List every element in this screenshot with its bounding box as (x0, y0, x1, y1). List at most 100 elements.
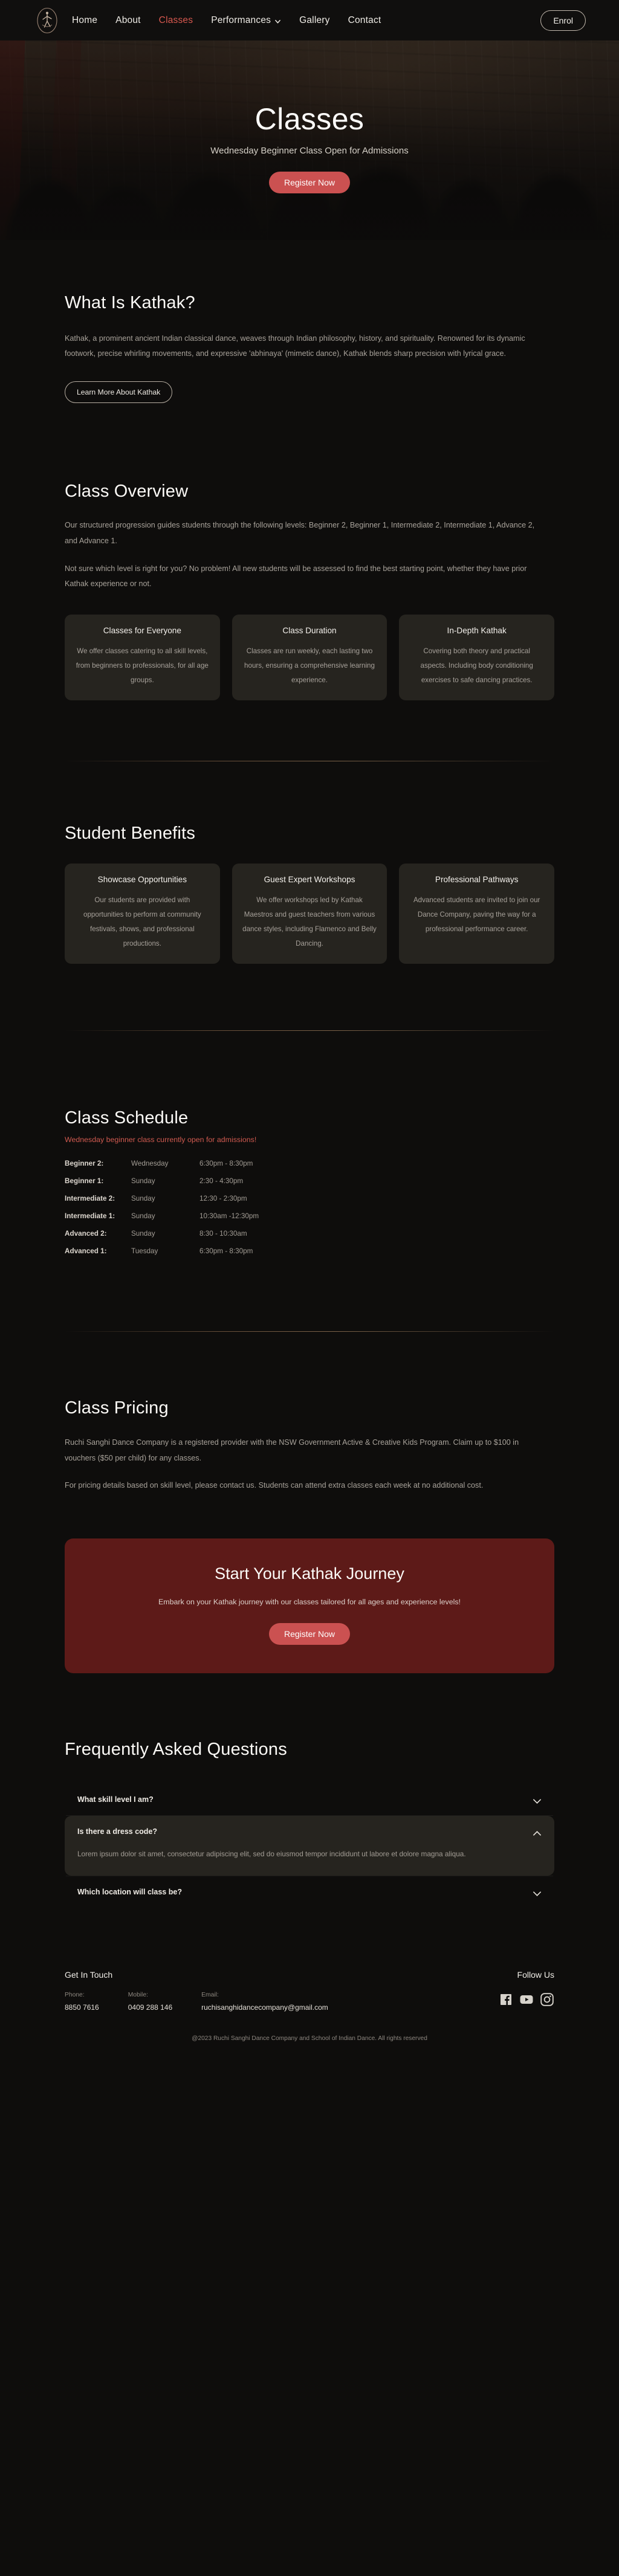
student-benefits-cards: Showcase Opportunities Our students are … (65, 864, 555, 964)
class-pricing-paragraph-2: For pricing details based on skill level… (65, 1480, 484, 1490)
nav-links: Home About Classes Performances Gallery … (72, 15, 381, 26)
contact-email-value[interactable]: ruchisanghidancecompany@gmail.com (201, 2003, 328, 2012)
nav-link-about[interactable]: About (115, 15, 141, 26)
benefit-card-text: Advanced students are invited to join ou… (413, 896, 540, 933)
chevron-down-icon (533, 1796, 542, 1804)
faq-heading: Frequently Asked Questions (65, 1740, 287, 1760)
schedule-day: Sunday (131, 1195, 155, 1203)
schedule-day: Sunday (131, 1212, 155, 1221)
schedule-level: Beginner 1: (65, 1177, 104, 1186)
class-overview-paragraph-2: Not sure which level is right for you? N… (65, 564, 527, 588)
class-schedule-section: Class Schedule Wednesday beginner class … (0, 1031, 619, 1255)
nav-link-home[interactable]: Home (72, 15, 97, 26)
student-benefits-heading: Student Benefits (65, 824, 196, 844)
what-is-kathak-body: Kathak, a prominent ancient Indian class… (65, 334, 525, 358)
overview-card: Classes for Everyone We offer classes ca… (65, 615, 220, 701)
faq-item-header[interactable]: Which location will class be? (65, 1876, 554, 1908)
contact-phone-label: Phone: (65, 1991, 85, 1998)
schedule-day: Sunday (131, 1177, 155, 1186)
nav-link-gallery[interactable]: Gallery (299, 15, 330, 26)
class-pricing-paragraph-1: Ruchi Sanghi Dance Company is a register… (65, 1438, 519, 1462)
hero-banner: Classes Wednesday Beginner Class Open fo… (0, 40, 619, 240)
student-benefits-section: Student Benefits Showcase Opportunities … (0, 761, 619, 964)
hero-register-now-button[interactable]: Register Now (268, 172, 351, 193)
contact-mobile: Mobile: 0409 288 146 (128, 1992, 172, 2012)
cta-register-now-button[interactable]: Register Now (268, 1623, 351, 1645)
follow-us-heading: Follow Us (517, 1969, 554, 1980)
class-overview-section: Class Overview Our structured progressio… (0, 403, 619, 701)
class-schedule-table: Beginner 2: Wednesday 6:30pm - 8:30pm Be… (65, 1160, 554, 1255)
overview-card-text: Classes are run weekly, each lasting two… (244, 647, 375, 684)
schedule-day: Wednesday (131, 1160, 169, 1168)
overview-card-title: In-Depth Kathak (447, 626, 507, 636)
faq-answer: Lorem ipsum dolor sit amet, consectetur … (77, 1850, 466, 1859)
schedule-time: 6:30pm - 8:30pm (199, 1160, 253, 1168)
overview-card-text: Covering both theory and practical aspec… (420, 647, 533, 684)
cta-subtitle: Embark on your Kathak journey with our c… (158, 1598, 461, 1607)
page-title: Classes (254, 102, 365, 136)
chevron-down-icon (274, 17, 281, 24)
contact-phone-value[interactable]: 8850 7616 (65, 2003, 99, 2012)
nav-link-performances[interactable]: Performances (211, 15, 281, 26)
site-footer: Get In Touch Phone: 8850 7616 Mobile: 04… (0, 1970, 619, 2058)
faq-item-header[interactable]: What skill level I am? (65, 1784, 554, 1815)
hero-subtitle: Wednesday Beginner Class Open for Admiss… (210, 146, 409, 156)
schedule-row: Intermediate 1: Sunday 10:30am -12:30pm (65, 1212, 554, 1220)
contact-mobile-label: Mobile: (128, 1991, 148, 1998)
top-navigation-bar: Home About Classes Performances Gallery … (0, 0, 619, 40)
schedule-time: 10:30am -12:30pm (199, 1212, 259, 1221)
contact-email-label: Email: (201, 1991, 219, 1998)
benefit-card-title: Guest Expert Workshops (264, 875, 355, 885)
social-links (499, 1992, 554, 2007)
faq-section: Frequently Asked Questions What skill le… (0, 1673, 619, 1908)
schedule-day: Tuesday (131, 1247, 158, 1256)
benefit-card-title: Showcase Opportunities (97, 875, 187, 885)
schedule-level: Beginner 2: (65, 1160, 104, 1168)
learn-more-about-kathak-button[interactable]: Learn More About Kathak (65, 381, 173, 404)
faq-question: Is there a dress code? (77, 1827, 158, 1836)
faq-item: Which location will class be? (65, 1876, 554, 1908)
schedule-row: Advanced 1: Tuesday 6:30pm - 8:30pm (65, 1247, 554, 1255)
class-pricing-heading: Class Pricing (65, 1398, 169, 1418)
contact-mobile-value[interactable]: 0409 288 146 (128, 2003, 172, 2012)
overview-card: In-Depth Kathak Covering both theory and… (399, 615, 555, 701)
cta-banner-wrapper: Start Your Kathak Journey Embark on your… (0, 1493, 619, 1674)
site-logo[interactable] (33, 7, 61, 34)
get-in-touch-heading: Get In Touch (65, 1969, 113, 1980)
youtube-icon[interactable] (519, 1992, 534, 2007)
contact-phone: Phone: 8850 7616 (65, 1992, 99, 2012)
benefit-card: Guest Expert Workshops We offer workshop… (232, 864, 387, 964)
schedule-row: Advanced 2: Sunday 8:30 - 10:30am (65, 1230, 554, 1238)
class-schedule-heading: Class Schedule (65, 1108, 189, 1128)
facebook-icon[interactable] (499, 1992, 513, 2007)
faq-question: What skill level I am? (77, 1795, 154, 1804)
schedule-level: Advanced 1: (65, 1247, 107, 1256)
chevron-up-icon (533, 1829, 542, 1836)
schedule-time: 2:30 - 4:30pm (199, 1177, 244, 1186)
schedule-row: Intermediate 2: Sunday 12:30 - 2:30pm (65, 1195, 554, 1202)
enrol-button[interactable]: Enrol (540, 10, 586, 31)
class-overview-heading: Class Overview (65, 482, 189, 502)
schedule-day: Sunday (131, 1230, 155, 1238)
benefit-card-text: We offer workshops led by Kathak Maestro… (242, 896, 377, 947)
benefit-card-title: Professional Pathways (435, 875, 519, 885)
class-schedule-note: Wednesday beginner class currently open … (65, 1135, 257, 1144)
schedule-level: Intermediate 2: (65, 1195, 115, 1203)
faq-item-header[interactable]: Is there a dress code? (65, 1816, 554, 1847)
benefit-card-text: Our students are provided with opportuni… (83, 896, 201, 947)
nav-link-classes[interactable]: Classes (159, 15, 193, 26)
faq-list: What skill level I am? Is there a dress … (65, 1784, 554, 1908)
instagram-icon[interactable] (540, 1992, 554, 2007)
class-pricing-section: Class Pricing Ruchi Sanghi Dance Company… (0, 1332, 619, 1493)
cta-title: Start Your Kathak Journey (215, 1564, 404, 1583)
overview-card-title: Class Duration (282, 626, 337, 636)
what-is-kathak-heading: What Is Kathak? (65, 293, 195, 312)
class-overview-cards: Classes for Everyone We offer classes ca… (65, 615, 555, 701)
faq-item: What skill level I am? (65, 1784, 554, 1815)
nav-link-contact[interactable]: Contact (348, 15, 381, 26)
start-your-kathak-journey-banner: Start Your Kathak Journey Embark on your… (65, 1538, 554, 1674)
schedule-level: Advanced 2: (65, 1230, 107, 1238)
footer-social-block: Follow Us (499, 1970, 554, 2007)
overview-card: Class Duration Classes are run weekly, e… (232, 615, 387, 701)
schedule-time: 8:30 - 10:30am (199, 1230, 247, 1238)
